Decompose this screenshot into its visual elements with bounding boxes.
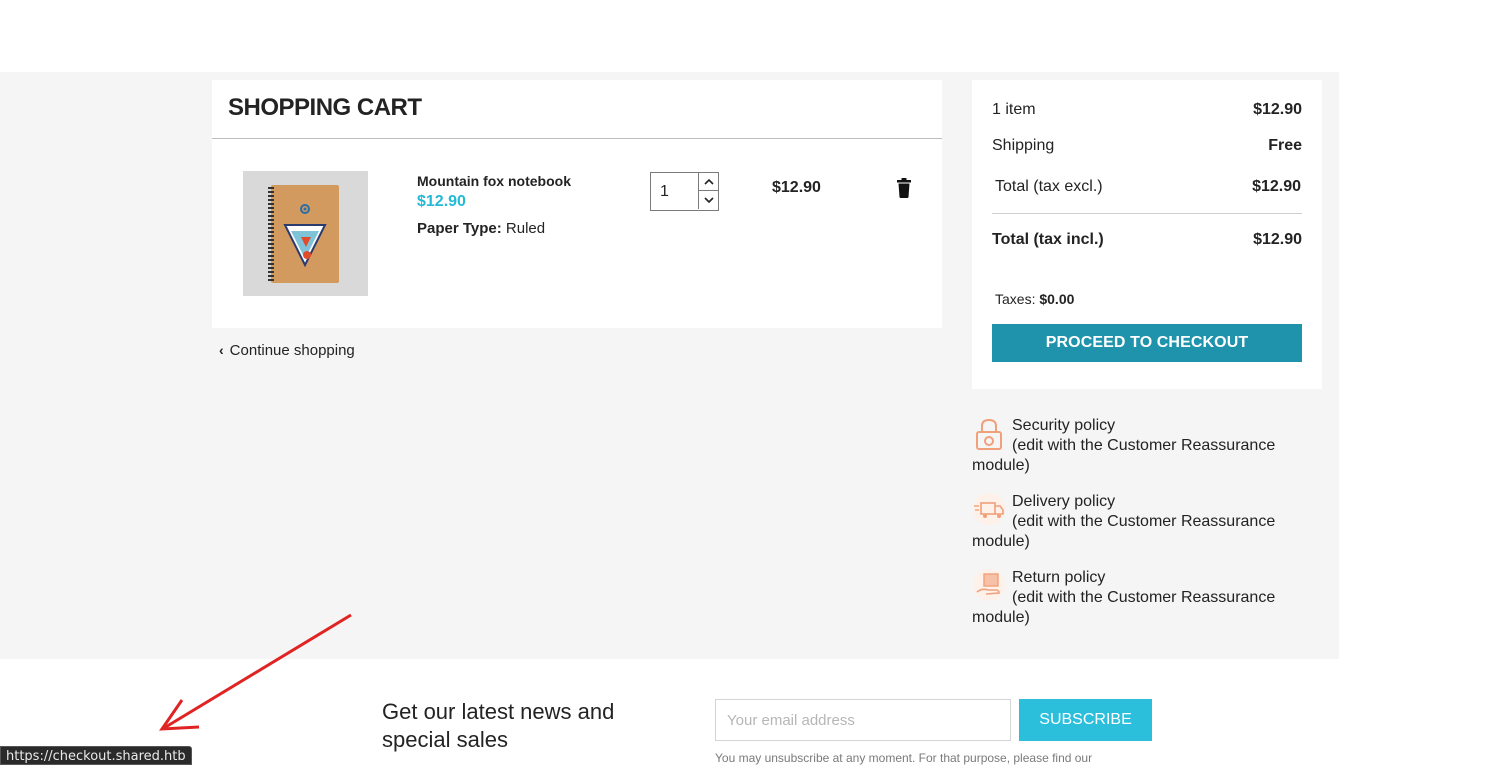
reassurance-desc: (edit with the Customer Reassurance modu… — [972, 589, 1276, 626]
continue-shopping-label: Continue shopping — [229, 342, 355, 359]
summary-total-incl-row: Total (tax incl.) $12.90 — [992, 231, 1302, 249]
quantity-increase-button[interactable] — [698, 173, 718, 191]
quantity-decrease-button[interactable] — [698, 191, 718, 209]
reassurance-title: Return policy — [1012, 569, 1106, 586]
proceed-to-checkout-button[interactable]: PROCEED TO CHECKOUT — [992, 324, 1302, 362]
summary-divider — [992, 213, 1302, 214]
chevron-left-icon: ‹ — [219, 342, 224, 358]
total-incl-label: Total (tax incl.) — [992, 231, 1104, 248]
attribute-key: Paper Type: — [417, 220, 502, 237]
trash-icon[interactable] — [896, 178, 912, 198]
newsletter-note: You may unsubscribe at any moment. For t… — [715, 751, 1093, 765]
reassurance-delivery: Delivery policy (edit with the Customer … — [972, 492, 1312, 552]
total-excl-value: $12.90 — [1252, 178, 1301, 195]
line-total: $12.90 — [772, 179, 821, 196]
reassurance-security: Security policy (edit with the Customer … — [972, 416, 1312, 476]
newsletter-email-input[interactable] — [715, 699, 1011, 741]
shipping-label: Shipping — [992, 137, 1055, 154]
product-image[interactable] — [243, 171, 368, 296]
newsletter-title: Get our latest news and special sales — [382, 699, 615, 752]
items-value: $12.90 — [1253, 101, 1302, 118]
total-excl-label: Total (tax excl.) — [995, 178, 1103, 195]
page-title: SHOPPING CART — [228, 94, 422, 121]
taxes-label: Taxes: — [995, 291, 1036, 307]
chevron-up-icon — [703, 178, 714, 185]
summary-items-row: 1 item $12.90 — [992, 101, 1302, 119]
chevron-down-icon — [703, 197, 714, 203]
truck-icon — [973, 493, 1005, 525]
reassurance-return: Return policy (edit with the Customer Re… — [972, 568, 1312, 628]
taxes-row: Taxes: $0.00 — [995, 291, 1074, 307]
cart-summary: 1 item $12.90 Shipping Free Total (tax e… — [972, 80, 1322, 389]
fox-illustration-icon — [283, 204, 327, 268]
notebook-cover — [271, 185, 339, 283]
browser-status-url: https://checkout.shared.htb — [0, 746, 192, 765]
annotation-arrow-icon — [159, 613, 352, 731]
divider — [212, 138, 942, 139]
shipping-value: Free — [1268, 137, 1302, 154]
product-name-link[interactable]: Mountain fox notebook — [417, 173, 571, 189]
reassurance-desc: (edit with the Customer Reassurance modu… — [972, 513, 1276, 550]
attribute-value: Ruled — [505, 220, 546, 237]
quantity-stepper — [650, 172, 719, 211]
lock-icon — [976, 418, 1002, 450]
cart-card: SHOPPING CART Mountain fox notebook $12.… — [212, 80, 942, 328]
subscribe-button[interactable]: SUBSCRIBE — [1019, 699, 1152, 741]
taxes-value: $0.00 — [1039, 291, 1075, 307]
quantity-input[interactable] — [651, 173, 698, 210]
product-attribute: Paper Type: Ruled — [417, 220, 545, 237]
continue-shopping-link[interactable]: ‹ Continue shopping — [219, 342, 355, 359]
reassurance-desc: (edit with the Customer Reassurance modu… — [972, 437, 1276, 474]
return-box-icon — [973, 569, 1005, 601]
items-label: 1 item — [992, 101, 1036, 118]
summary-total-excl-row: Total (tax excl.) $12.90 — [995, 178, 1301, 196]
product-price: $12.90 — [417, 193, 466, 210]
summary-shipping-row: Shipping Free — [992, 137, 1302, 155]
notebook-spiral — [268, 187, 274, 281]
total-incl-value: $12.90 — [1253, 231, 1302, 248]
reassurance-title: Delivery policy — [1012, 493, 1116, 510]
reassurance-title: Security policy — [1012, 417, 1116, 434]
